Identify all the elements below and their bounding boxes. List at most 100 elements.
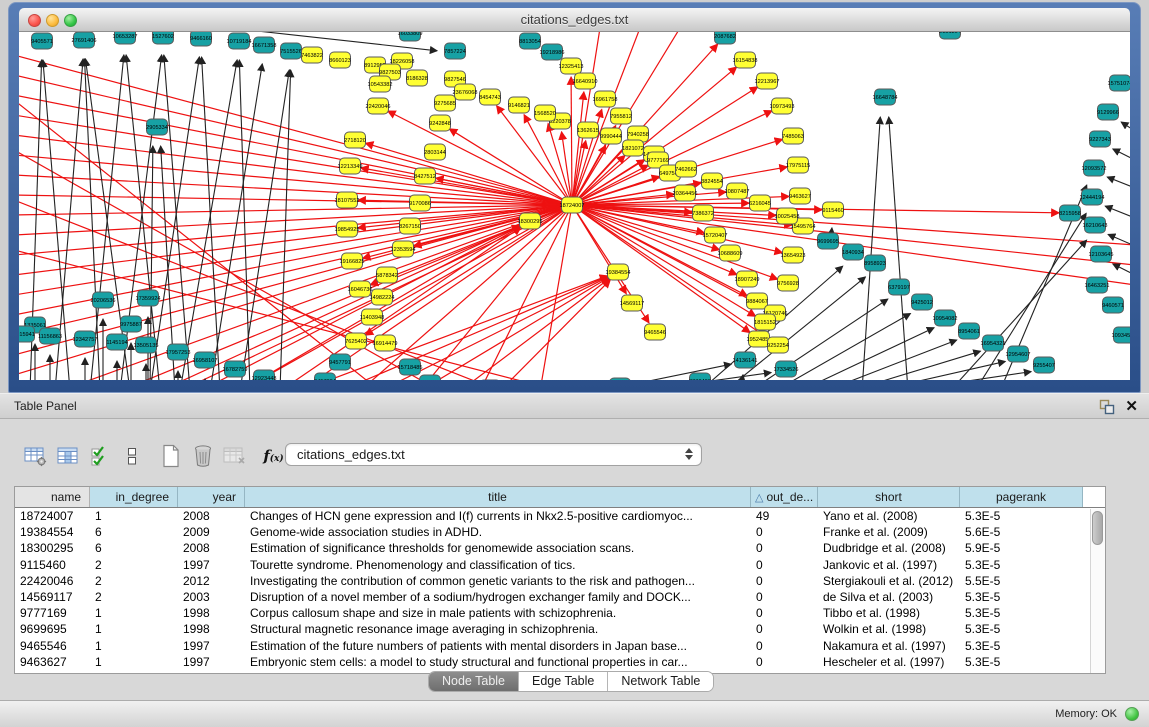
graph-node[interactable]: [420, 375, 441, 380]
cell-pagerank[interactable]: 5.3E-5: [960, 605, 1083, 621]
cell-in_degree[interactable]: 1: [90, 621, 178, 637]
minimize-window-button[interactable]: [46, 14, 59, 27]
cell-short[interactable]: Jankovic et al. (1997): [818, 557, 960, 573]
cell-title[interactable]: Changes of HCN gene expression and I(f) …: [245, 508, 751, 524]
graph-node[interactable]: [610, 378, 631, 380]
row-height-button[interactable]: [118, 443, 145, 469]
cell-name[interactable]: 18724007: [15, 508, 90, 524]
cell-name[interactable]: 19384554: [15, 524, 90, 540]
table-row[interactable]: 1456911722003Disruption of a novel membe…: [15, 589, 1105, 605]
cell-name[interactable]: 14569117: [15, 589, 90, 605]
column-header-name[interactable]: name: [15, 487, 90, 507]
cell-pagerank[interactable]: 5.6E-5: [960, 524, 1083, 540]
cell-name[interactable]: 18300295: [15, 540, 90, 556]
cell-out_degree[interactable]: 0: [751, 621, 818, 637]
cell-name[interactable]: 9463627: [15, 654, 90, 670]
cell-name[interactable]: 9115460: [15, 557, 90, 573]
cell-year[interactable]: 2008: [178, 540, 245, 556]
cell-title[interactable]: Disruption of a novel member of a sodium…: [245, 589, 751, 605]
cell-in_degree[interactable]: 6: [90, 524, 178, 540]
cell-out_degree[interactable]: 0: [751, 557, 818, 573]
cell-year[interactable]: 1998: [178, 605, 245, 621]
cell-title[interactable]: Estimation of significance thresholds fo…: [245, 540, 751, 556]
cell-pagerank[interactable]: 5.3E-5: [960, 621, 1083, 637]
cell-pagerank[interactable]: 5.3E-5: [960, 508, 1083, 524]
table-row[interactable]: 1830029562008Estimation of significance …: [15, 540, 1105, 556]
tab-network-table[interactable]: Network Table: [607, 672, 713, 691]
table-row[interactable]: 946362711997Embryonic stem cells: a mode…: [15, 654, 1105, 670]
zoom-window-button[interactable]: [64, 14, 77, 27]
table-scrollbar[interactable]: [1090, 509, 1105, 673]
cell-title[interactable]: Corpus callosum shape and size in male p…: [245, 605, 751, 621]
cell-pagerank[interactable]: 5.3E-5: [960, 654, 1083, 670]
cell-in_degree[interactable]: 6: [90, 540, 178, 556]
cell-short[interactable]: Tibbo et al. (1998): [818, 605, 960, 621]
table-row[interactable]: 946554611997Estimation of the future num…: [15, 638, 1105, 654]
table-row[interactable]: 911546021997Tourette syndrome. Phenomeno…: [15, 557, 1105, 573]
delete-column-button[interactable]: [189, 443, 216, 469]
cell-year[interactable]: 2009: [178, 524, 245, 540]
cell-out_degree[interactable]: 0: [751, 573, 818, 589]
table-row[interactable]: 2242004622012Investigating the contribut…: [15, 573, 1105, 589]
float-panel-icon[interactable]: [1099, 399, 1115, 415]
citation-graph[interactable]: 9405571276914061065328715276029466160107…: [19, 32, 1130, 380]
cell-title[interactable]: Tourette syndrome. Phenomenology and cla…: [245, 557, 751, 573]
cell-pagerank[interactable]: 5.9E-5: [960, 540, 1083, 556]
cell-short[interactable]: Franke et al. (2009): [818, 524, 960, 540]
table-chooser-dropdown[interactable]: citations_edges.txt: [285, 443, 702, 466]
cell-title[interactable]: Structural magnetic resonance image aver…: [245, 621, 751, 637]
column-header-in_degree[interactable]: in_degree: [90, 487, 178, 507]
cell-title[interactable]: Investigating the contribution of common…: [245, 573, 751, 589]
close-panel-icon[interactable]: ✕: [1125, 394, 1138, 419]
cell-year[interactable]: 2008: [178, 508, 245, 524]
cell-pagerank[interactable]: 5.3E-5: [960, 589, 1083, 605]
cell-title[interactable]: Estimation of the future numbers of pati…: [245, 638, 751, 654]
cell-year[interactable]: 2003: [178, 589, 245, 605]
table-row[interactable]: 1938455462009Genome-wide association stu…: [15, 524, 1105, 540]
scrollbar-thumb[interactable]: [1092, 511, 1103, 545]
cell-short[interactable]: Hescheler et al. (1997): [818, 654, 960, 670]
cell-in_degree[interactable]: 1: [90, 654, 178, 670]
create-column-button[interactable]: [157, 443, 184, 469]
cell-year[interactable]: 2012: [178, 573, 245, 589]
network-canvas[interactable]: 9405571276914061065328715276029466160107…: [19, 32, 1130, 380]
close-window-button[interactable]: [28, 14, 41, 27]
table-row[interactable]: 969969511998Structural magnetic resonanc…: [15, 621, 1105, 637]
cell-out_degree[interactable]: 0: [751, 638, 818, 654]
cell-out_degree[interactable]: 0: [751, 524, 818, 540]
cell-out_degree[interactable]: 0: [751, 654, 818, 670]
cell-in_degree[interactable]: 2: [90, 557, 178, 573]
cell-short[interactable]: Wolkin et al. (1998): [818, 621, 960, 637]
tab-edge-table[interactable]: Edge Table: [518, 672, 607, 691]
cell-name[interactable]: 9777169: [15, 605, 90, 621]
cell-out_degree[interactable]: 0: [751, 605, 818, 621]
column-header-out_degree[interactable]: △out_de...: [751, 487, 818, 507]
column-header-year[interactable]: year: [178, 487, 245, 507]
cell-in_degree[interactable]: 2: [90, 573, 178, 589]
cell-in_degree[interactable]: 1: [90, 605, 178, 621]
column-chooser-button[interactable]: [54, 443, 81, 469]
column-header-pagerank[interactable]: pagerank: [960, 487, 1083, 507]
table-settings-button[interactable]: [22, 443, 49, 469]
cell-out_degree[interactable]: 0: [751, 540, 818, 556]
column-header-short[interactable]: short: [818, 487, 960, 507]
cell-name[interactable]: 22420046: [15, 573, 90, 589]
table-panel-titlebar[interactable]: Table Panel ✕: [0, 393, 1149, 419]
cell-in_degree[interactable]: 1: [90, 638, 178, 654]
cell-short[interactable]: Nakamura et al. (1997): [818, 638, 960, 654]
cell-pagerank[interactable]: 5.5E-5: [960, 573, 1083, 589]
cell-pagerank[interactable]: 5.3E-5: [960, 638, 1083, 654]
cell-out_degree[interactable]: 0: [751, 589, 818, 605]
table-row[interactable]: 1872400712008Changes of HCN gene express…: [15, 508, 1105, 524]
cell-in_degree[interactable]: 1: [90, 508, 178, 524]
cell-year[interactable]: 1998: [178, 621, 245, 637]
cell-title[interactable]: Genome-wide association studies in ADHD.: [245, 524, 751, 540]
cell-year[interactable]: 1997: [178, 557, 245, 573]
cell-year[interactable]: 1997: [178, 654, 245, 670]
cell-out_degree[interactable]: 49: [751, 508, 818, 524]
cell-short[interactable]: de Silva et al. (2003): [818, 589, 960, 605]
delete-table-button[interactable]: [221, 443, 248, 469]
cell-in_degree[interactable]: 2: [90, 589, 178, 605]
cell-name[interactable]: 9465546: [15, 638, 90, 654]
cell-short[interactable]: Yano et al. (2008): [818, 508, 960, 524]
